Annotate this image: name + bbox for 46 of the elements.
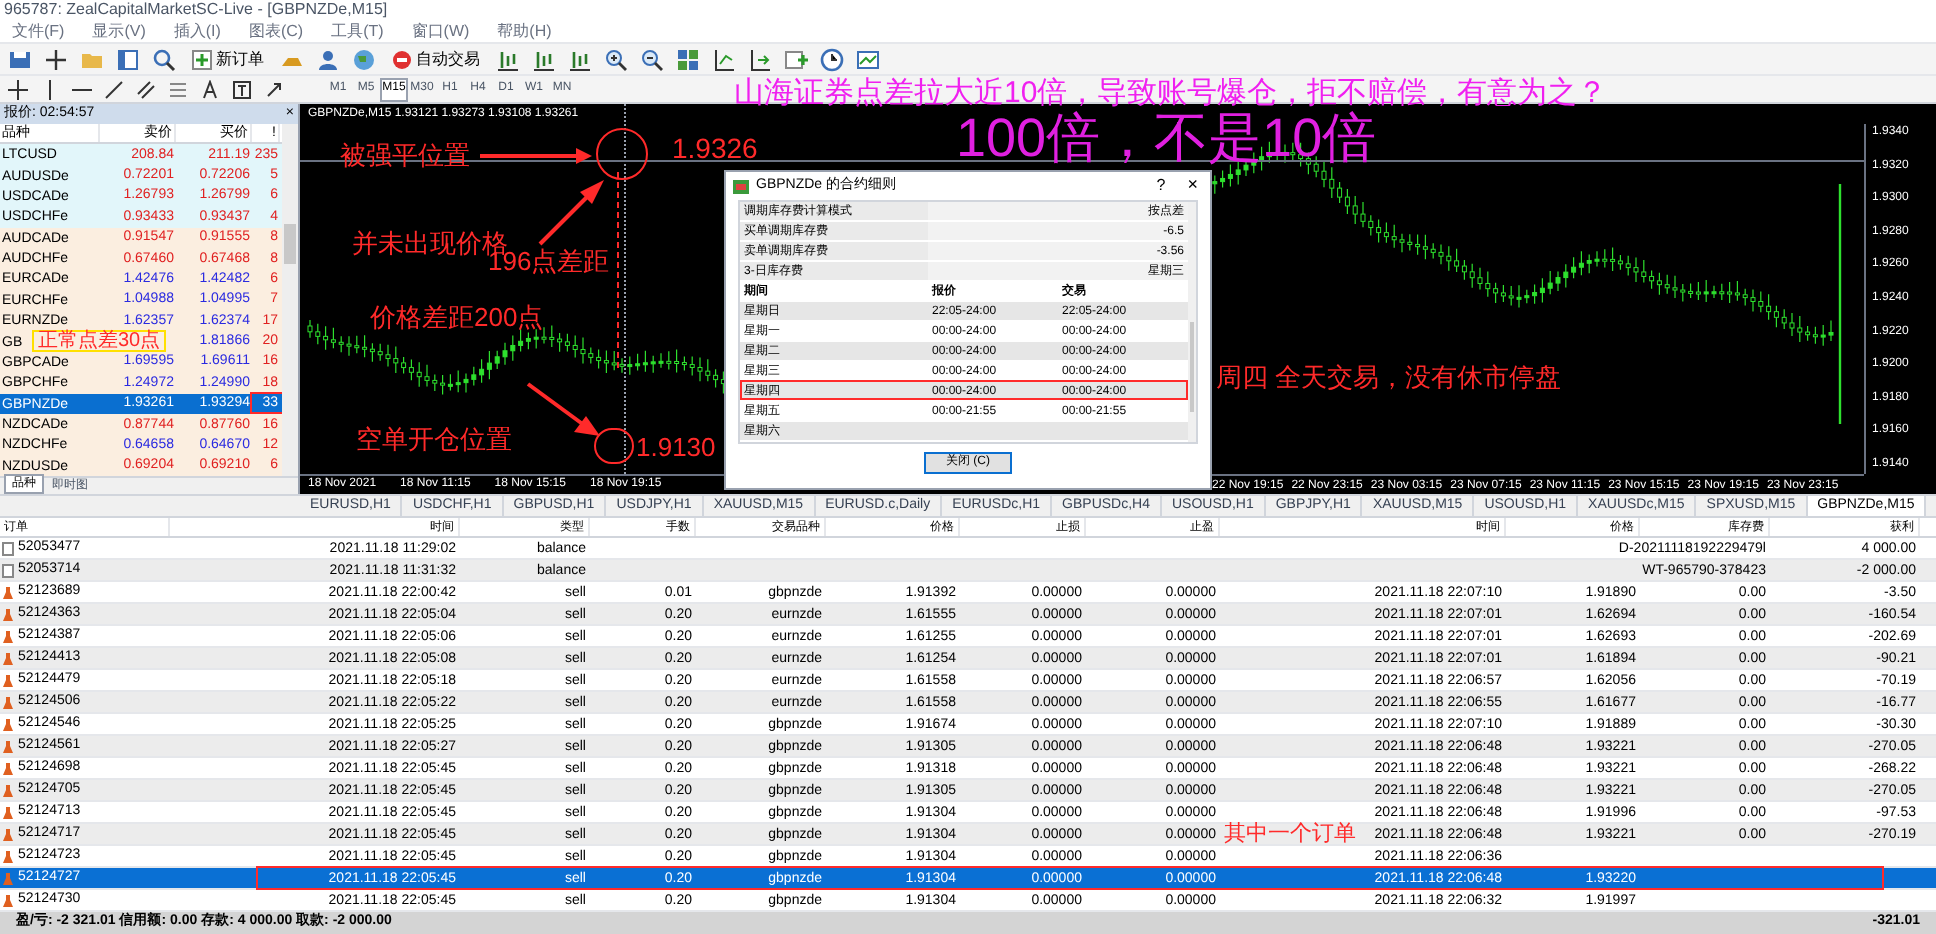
menu-item[interactable]: 工具(T) [331, 19, 384, 43]
menu-item[interactable]: 帮助(H) [497, 19, 552, 43]
annotation-text: 其中一个订单 [1224, 824, 1356, 846]
annotation-text: 被强平位置 [340, 138, 470, 174]
annotation-text: 价格差距200点 [370, 300, 544, 336]
auto-trading-button[interactable]: 自动交易 [388, 47, 484, 71]
app-icon [732, 177, 750, 195]
zoom-out-icon [640, 47, 664, 71]
arrow-drawing [524, 380, 604, 440]
globe-icon [352, 47, 376, 71]
close-button[interactable]: × [1181, 172, 1204, 200]
annotation-text: 山海证券点差拉大近10倍，导致账号爆仓，拒不赔偿，有意为之？ [734, 74, 1608, 111]
autoscroll-icon [748, 47, 772, 71]
annotation-text: 正常点差30点 [32, 330, 167, 352]
menu-item[interactable]: 显示(V) [92, 19, 146, 43]
scrollbar[interactable] [1188, 202, 1196, 442]
annotation-text: 100倍，不是10倍 [956, 112, 1377, 166]
stop-icon [392, 49, 412, 69]
arrow-drawing [476, 146, 596, 166]
label-tool-icon [232, 79, 252, 99]
person-icon [316, 47, 340, 71]
trendline-icon [104, 79, 124, 99]
new-order-button[interactable]: 新订单 [188, 47, 268, 71]
crosshair-icon [8, 79, 28, 99]
arrow-drawing [536, 176, 608, 248]
channel-icon [136, 79, 156, 99]
menu-item[interactable]: 图表(C) [248, 19, 304, 43]
grid-icon [676, 47, 700, 71]
annotation-text: 1.9326 [672, 130, 758, 168]
help-button[interactable]: ? [1146, 174, 1176, 198]
bar-chart-icon [496, 47, 520, 71]
scrollbar[interactable] [282, 124, 298, 476]
menu-item[interactable]: 窗口(W) [411, 19, 470, 43]
menu-item[interactable]: 插入(I) [173, 19, 221, 43]
text-tool-icon [200, 79, 220, 99]
plus-icon [192, 49, 212, 69]
window-title: 965787: ZealCapitalMarketSC-Live - [GBPNZDe,M15] [4, 0, 388, 20]
magnifier-icon [152, 47, 176, 71]
menu-item[interactable]: 文件(F) [12, 19, 65, 43]
annotation-text: 空单开仓位置 [356, 422, 512, 458]
annotation-text: 1.9130 [636, 430, 716, 466]
arrows-tool-icon [264, 79, 284, 99]
zoom-in-icon [604, 47, 628, 71]
annotation-text: 周四 全天交易，没有休市停盘 [1216, 360, 1562, 396]
chart-shift-icon [712, 47, 736, 71]
crosshair-icon [44, 47, 68, 71]
